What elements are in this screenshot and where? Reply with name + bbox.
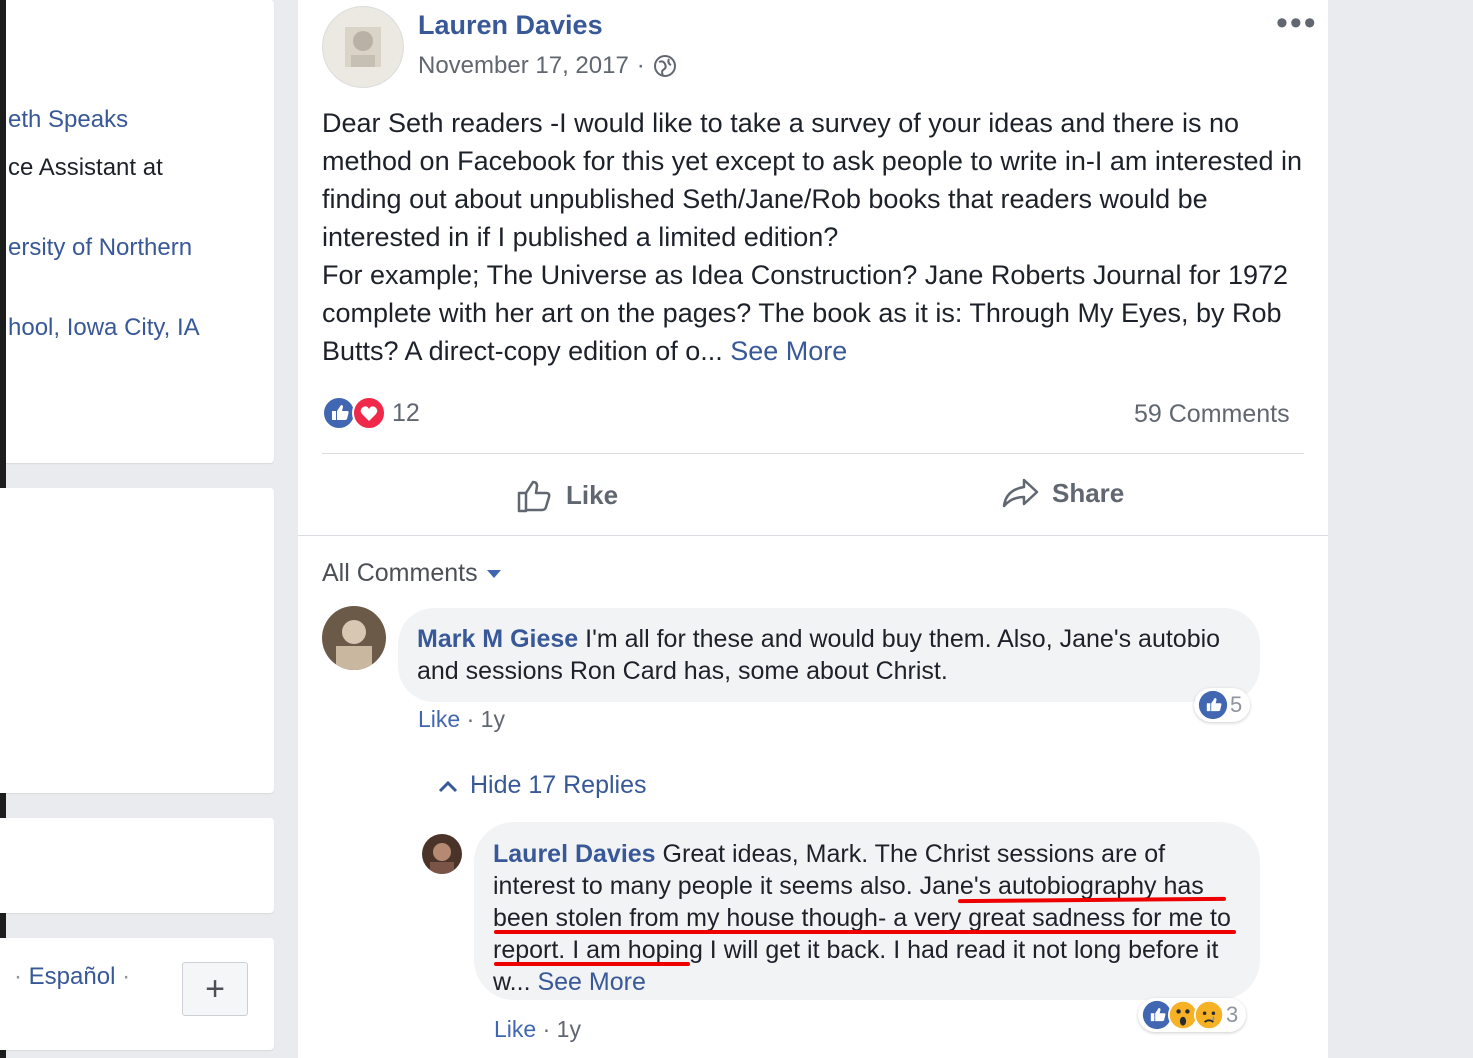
- intro-work: ce Assistant at: [8, 154, 163, 181]
- like-icon: [1198, 690, 1228, 720]
- post-body: Dear Seth readers -I would like to take …: [322, 104, 1312, 370]
- reply-author-avatar[interactable]: [422, 834, 462, 874]
- post-author-name[interactable]: Lauren Davies: [418, 10, 603, 41]
- comments-count-link[interactable]: 59 Comments: [1134, 400, 1290, 429]
- annotation-underline: [494, 930, 1236, 934]
- comment-filter-dropdown[interactable]: All Comments: [322, 559, 502, 588]
- caret-down-icon: [486, 569, 501, 578]
- lang-dot: ·: [122, 963, 131, 990]
- reply-author-link[interactable]: Laurel Davies: [493, 840, 656, 868]
- post-options-button[interactable]: •••: [1276, 4, 1318, 43]
- intro-page-link[interactable]: eth Speaks: [8, 106, 128, 134]
- lang-dot: ·: [14, 963, 22, 990]
- chevron-up-icon: [438, 780, 458, 792]
- friends-card: [0, 818, 274, 913]
- intro-location-link[interactable]: hool, Iowa City, IA: [8, 314, 200, 342]
- love-icon: [352, 396, 386, 430]
- like-label: Like: [566, 479, 619, 510]
- hide-replies-link[interactable]: Hide 17 Replies: [438, 771, 647, 800]
- reaction-count: 12: [392, 398, 420, 427]
- thumbs-up-icon: [517, 480, 551, 513]
- add-language-button[interactable]: +: [182, 962, 248, 1016]
- globe-icon: [653, 55, 676, 77]
- language-links: · Español ·: [14, 963, 130, 991]
- reply-meta-sep: ·: [542, 1016, 551, 1042]
- comment-time[interactable]: 1y: [481, 706, 505, 732]
- reply-like-link[interactable]: Like: [494, 1016, 536, 1042]
- reply-see-more-link[interactable]: See More: [537, 968, 645, 996]
- avatar-image: [322, 606, 386, 670]
- language-espanol-link[interactable]: Español: [29, 963, 116, 990]
- author-avatar[interactable]: [322, 6, 404, 88]
- post-paragraph: For example; The Universe as Idea Constr…: [322, 260, 1289, 366]
- reply-actions: Like · 1y: [494, 1016, 581, 1043]
- reply-reaction-count: 3: [1226, 1002, 1239, 1027]
- like-button[interactable]: Like: [516, 476, 618, 514]
- comment-like-link[interactable]: Like: [418, 706, 460, 732]
- sad-icon: [1194, 1000, 1224, 1030]
- share-icon: [1002, 478, 1039, 508]
- section-divider: [298, 535, 1328, 536]
- reply-time[interactable]: 1y: [557, 1016, 581, 1042]
- meta-sep: ·: [636, 52, 645, 79]
- annotation-underline: [494, 962, 690, 966]
- avatar-image: [422, 834, 462, 874]
- photos-card: [0, 488, 274, 793]
- post-date[interactable]: November 17, 2017: [418, 52, 629, 80]
- intro-card: eth Speaks ce Assistant at ersity of Nor…: [0, 0, 274, 463]
- avatar-image: [323, 7, 403, 87]
- comment-reaction-count: 5: [1230, 692, 1243, 717]
- commenter-avatar[interactable]: [322, 606, 386, 670]
- share-button[interactable]: Share: [1000, 476, 1124, 510]
- post-meta: November 17, 2017 ·: [418, 52, 677, 80]
- comment-reaction-pill[interactable]: 5: [1194, 688, 1251, 722]
- divider: [322, 453, 1304, 454]
- hide-replies-label: Hide 17 Replies: [470, 771, 647, 799]
- comment-filter-label: All Comments: [322, 559, 478, 587]
- comment-meta-sep: ·: [466, 706, 475, 732]
- reply-reaction-pill[interactable]: 3: [1138, 998, 1247, 1032]
- like-icon: [322, 396, 356, 430]
- comment-author-link[interactable]: Mark M Giese: [417, 625, 578, 653]
- reply-bubble: Laurel Davies Great ideas, Mark. The Chr…: [474, 822, 1260, 1000]
- see-more-link[interactable]: See More: [730, 336, 847, 366]
- comment-actions: Like · 1y: [418, 706, 505, 733]
- reaction-summary[interactable]: 12: [322, 396, 420, 430]
- post-paragraph: Dear Seth readers -I would like to take …: [322, 108, 1303, 252]
- share-label: Share: [1052, 477, 1125, 508]
- intro-school-link[interactable]: ersity of Northern: [8, 234, 192, 262]
- right-gutter: [1329, 0, 1473, 1058]
- comment-bubble: Mark M Giese I'm all for these and would…: [398, 608, 1260, 702]
